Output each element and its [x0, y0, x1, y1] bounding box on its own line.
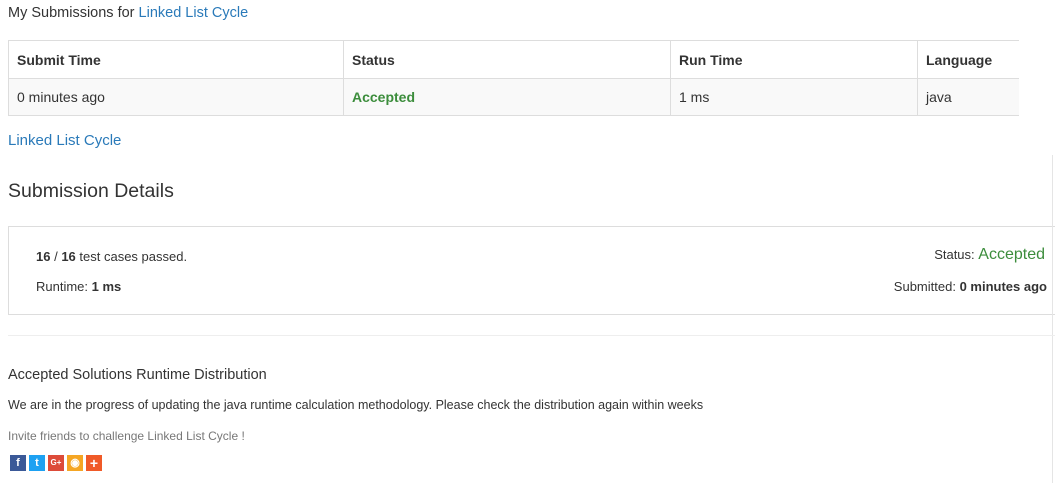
- share-icons: f t G+ ◉ +: [10, 455, 102, 471]
- table-row: 0 minutes ago Accepted 1 ms java: [8, 78, 1019, 116]
- invite-text: Invite friends to challenge Linked List …: [8, 429, 245, 443]
- twitter-icon[interactable]: t: [29, 455, 45, 471]
- runtime-label: Runtime:: [36, 279, 89, 294]
- problem-title-link[interactable]: Linked List Cycle: [139, 5, 249, 21]
- submitted-summary: Submitted: 0 minutes ago: [894, 279, 1047, 294]
- column-status: Status: [343, 40, 671, 79]
- submit-time-cell: 0 minutes ago: [8, 78, 344, 116]
- submitted-value: 0 minutes ago: [959, 279, 1047, 294]
- divider: [8, 335, 1055, 336]
- table-header-row: Submit Time Status Run Time Language: [8, 40, 1019, 79]
- column-language: Language: [917, 40, 1019, 79]
- runtime-value: 1 ms: [91, 279, 122, 294]
- language-cell: java: [917, 78, 1019, 116]
- status-cell[interactable]: Accepted: [343, 78, 671, 116]
- facebook-icon[interactable]: f: [10, 455, 26, 471]
- passed-count: 16: [36, 249, 51, 264]
- test-cases-summary: 16 / 16 test cases passed.: [36, 249, 188, 264]
- status-value: Accepted: [978, 246, 1045, 263]
- scrollbar-edge: [1052, 155, 1053, 483]
- status-summary: Status: Accepted: [934, 246, 1045, 264]
- status-label: Status:: [934, 247, 975, 262]
- submissions-table: Submit Time Status Run Time Language 0 m…: [8, 40, 1019, 116]
- problem-link[interactable]: Linked List Cycle: [8, 132, 121, 149]
- submission-details-panel: 16 / 16 test cases passed. Runtime: 1 ms…: [8, 226, 1055, 315]
- run-time-cell: 1 ms: [670, 78, 918, 116]
- google-plus-icon[interactable]: G+: [48, 455, 64, 471]
- submission-details-title: Submission Details: [8, 180, 174, 202]
- distribution-message: We are in the progress of updating the j…: [8, 398, 704, 412]
- runtime-summary: Runtime: 1 ms: [36, 279, 121, 294]
- column-submit-time: Submit Time: [8, 40, 344, 79]
- distribution-title: Accepted Solutions Runtime Distribution: [8, 367, 267, 383]
- submission-page: My Submissions for Linked List Cycle Sub…: [0, 0, 1055, 483]
- more-share-icon[interactable]: +: [86, 455, 102, 471]
- my-submissions-prefix: My Submissions for: [8, 5, 135, 21]
- total-count: 16: [61, 249, 76, 264]
- weibo-icon[interactable]: ◉: [67, 455, 83, 471]
- submitted-label: Submitted:: [893, 279, 956, 294]
- test-cases-label: test cases passed.: [79, 249, 188, 264]
- my-submissions-heading: My Submissions for Linked List Cycle: [8, 5, 248, 21]
- column-run-time: Run Time: [670, 40, 918, 79]
